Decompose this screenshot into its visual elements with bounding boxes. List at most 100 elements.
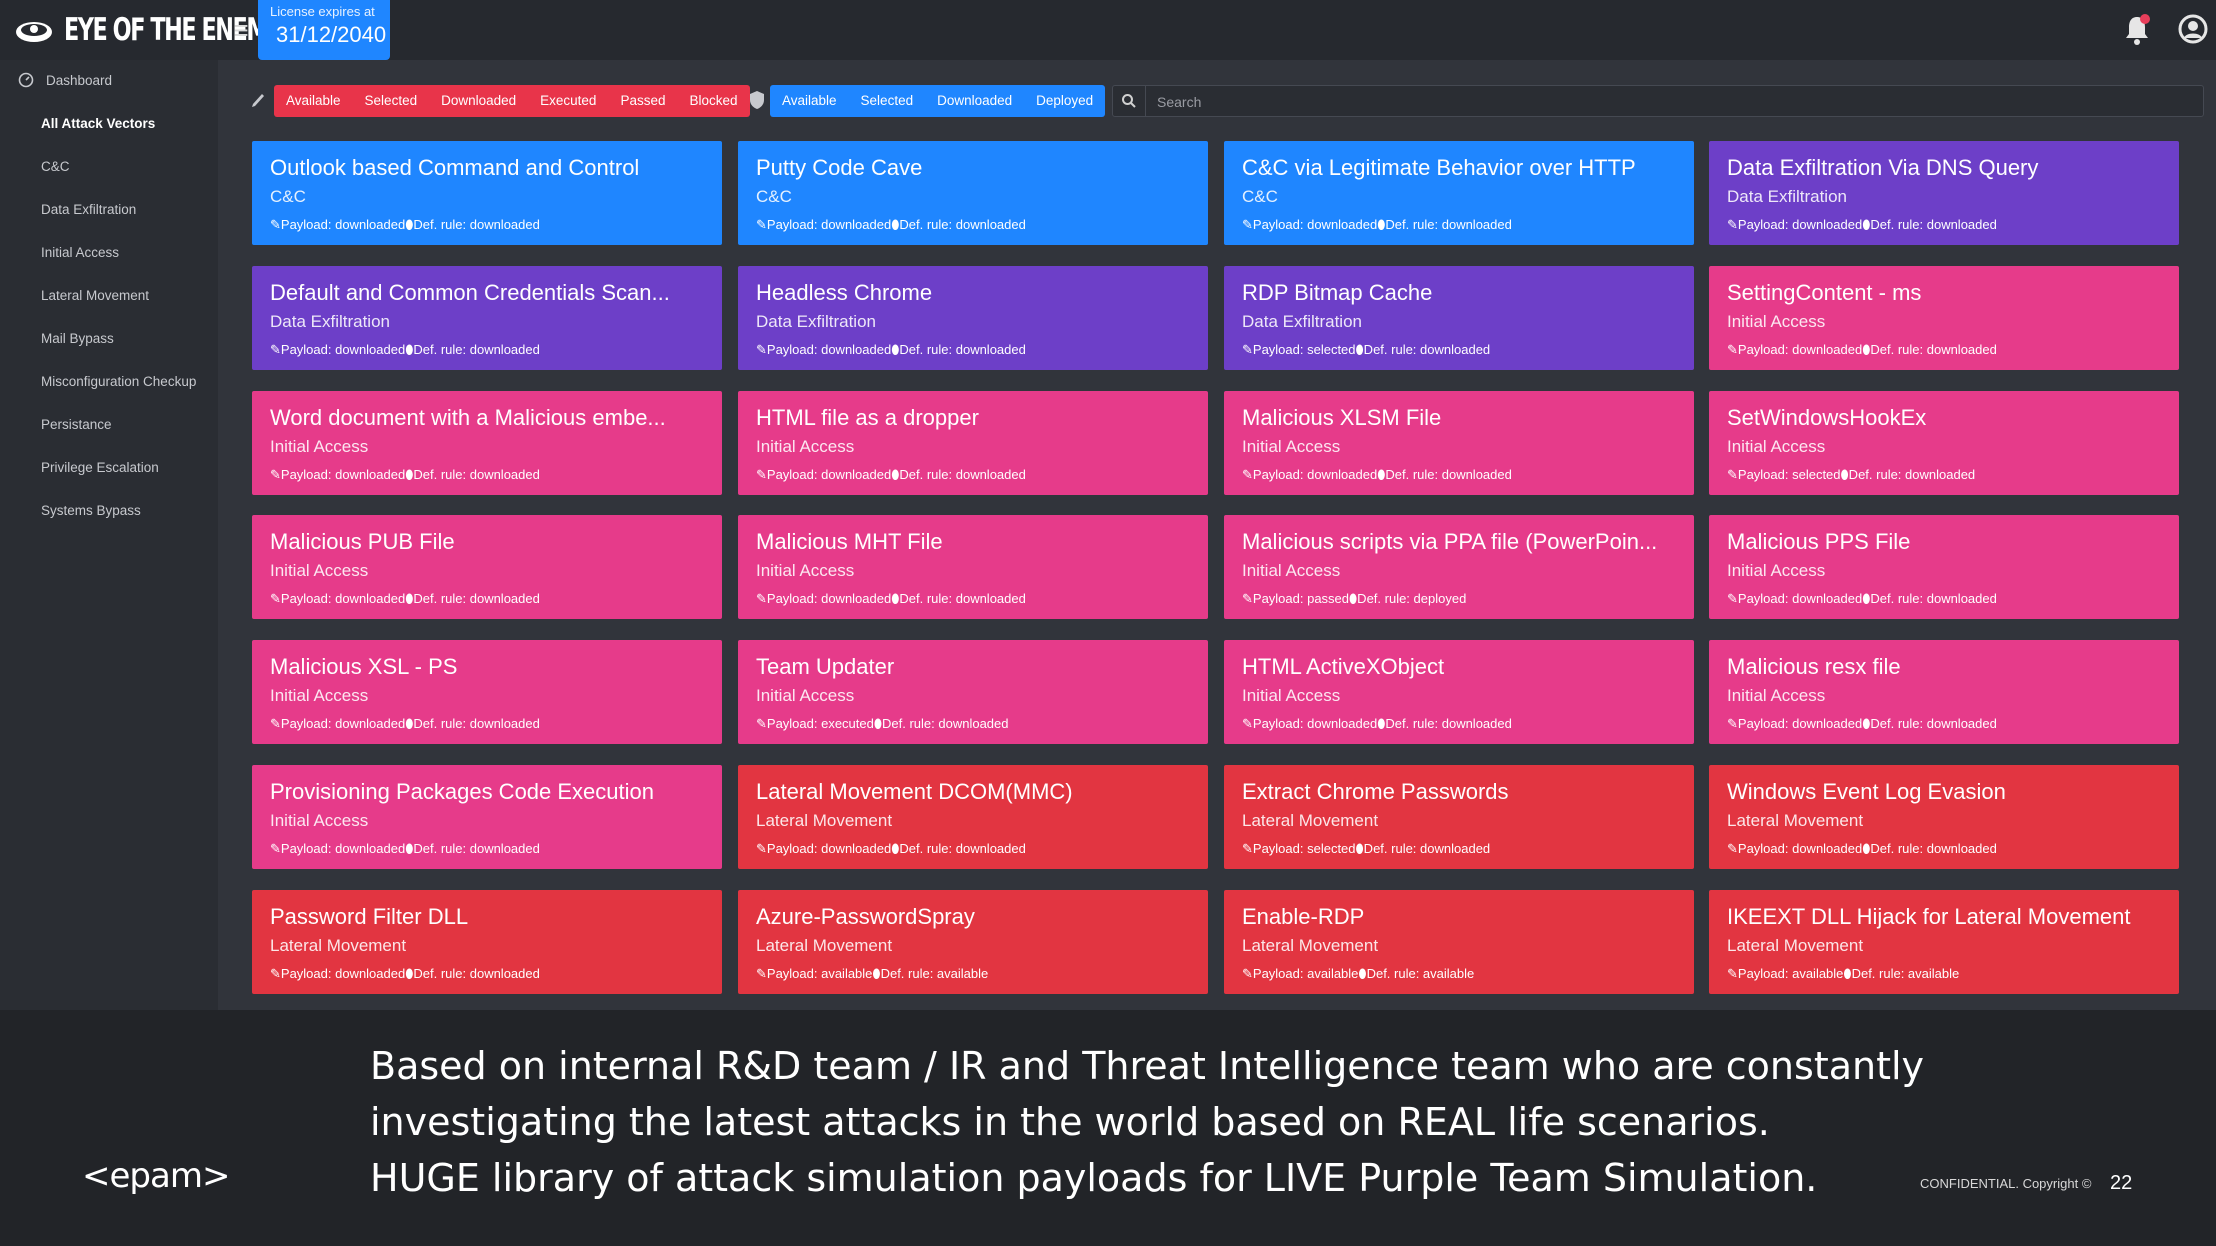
attack-card[interactable]: Outlook based Command and Control C&C ✎Pay… (252, 141, 722, 245)
attack-card-category: Initial Access (270, 811, 369, 830)
attack-card-category: C&C (1242, 187, 1278, 206)
payload-filter-available[interactable]: Available (274, 85, 353, 117)
attack-card-status: ✎Payload: downloaded⬮Def. rule: download… (270, 342, 540, 357)
sidebar-item-misconfiguration-checkup[interactable]: Misconfiguration Checkup (41, 374, 196, 389)
license-badge: License expires at 31/12/2040 (258, 0, 390, 60)
attack-card[interactable]: Malicious MHT File Initial Access ✎Payload… (738, 515, 1208, 619)
sidebar-item-persistance[interactable]: Persistance (41, 417, 112, 432)
caption-line-3: HUGE library of attack simulation payloa… (370, 1156, 1818, 1200)
attack-card-title: Malicious XSL - PS (270, 654, 458, 679)
attack-card[interactable]: Malicious PPS File Initial Access ✎Payload… (1709, 515, 2179, 619)
attack-card-title: Outlook based Command and Control (270, 155, 640, 180)
attack-card-title: Putty Code Cave (756, 155, 923, 180)
attack-card-title: Provisioning Packages Code Execution (270, 779, 655, 804)
search-input[interactable] (1155, 86, 2189, 118)
attack-card-status: ✎Payload: downloaded⬮Def. rule: download… (1727, 342, 1997, 357)
attack-card-title: C&C via Legitimate Behavior over HTTP (1242, 155, 1636, 180)
attack-card[interactable]: Azure-PasswordSpray Lateral Movement ✎Payl… (738, 890, 1208, 994)
attack-card[interactable]: Password Filter DLL Lateral Movement ✎Payl… (252, 890, 722, 994)
payload-filter-downloaded[interactable]: Downloaded (429, 85, 528, 117)
sidebar-item-privilege-escalation[interactable]: Privilege Escalation (41, 460, 159, 475)
attack-card[interactable]: Extract Chrome Passwords Lateral Movement… (1224, 765, 1694, 869)
attack-card-category: Initial Access (270, 437, 369, 456)
attack-card-category: Lateral Movement (1242, 811, 1379, 830)
attack-card-status: ✎Payload: available⬮Def. rule: available (1242, 966, 1475, 981)
attack-card[interactable]: Provisioning Packages Code Execution Init… (252, 765, 722, 869)
attack-card-status: ✎Payload: downloaded⬮Def. rule: download… (270, 591, 540, 606)
attack-card[interactable]: Headless Chrome Data Exfiltration ✎Payload… (738, 266, 1208, 370)
attack-card[interactable]: Malicious XLSM File Initial Access ✎Payloa… (1224, 391, 1694, 495)
attack-card-status: ✎Payload: downloaded⬮Def. rule: download… (1727, 841, 1997, 856)
attack-card-title: HTML ActiveXObject (1242, 654, 1445, 679)
attack-card[interactable]: Malicious XSL - PS Initial Access ✎Payload… (252, 640, 722, 744)
attack-card[interactable]: Putty Code Cave C&C ✎Payload: downloaded⬮D… (738, 141, 1208, 245)
attack-card-title: Extract Chrome Passwords (1242, 779, 1509, 804)
sidebar-item-cnc[interactable]: C&C (41, 159, 70, 174)
attack-card-status: ✎Payload: downloaded⬮Def. rule: download… (756, 342, 1026, 357)
attack-card-title: IKEEXT DLL Hijack for Lateral Movement (1727, 904, 2131, 929)
attack-card-title: Malicious PPS File (1727, 529, 1911, 554)
attack-card-category: Initial Access (1727, 437, 1826, 456)
attack-card[interactable]: Default and Common Credentials Scan... Da… (252, 266, 722, 370)
attack-card[interactable]: Lateral Movement DCOM(MMC) Lateral Moveme… (738, 765, 1208, 869)
attack-card-title: Team Updater (756, 654, 895, 679)
sidebar-item-dashboard[interactable]: Dashboard (46, 73, 112, 88)
attack-card[interactable]: Data Exfiltration Via DNS Query Data Exfi… (1709, 141, 2179, 245)
attack-card-status: ✎Payload: downloaded⬮Def. rule: download… (270, 217, 540, 232)
payload-filter-executed[interactable]: Executed (528, 85, 608, 117)
attack-card-status: ✎Payload: downloaded⬮Def. rule: download… (1727, 217, 1997, 232)
payload-filter-passed[interactable]: Passed (608, 85, 677, 117)
attack-card[interactable]: RDP Bitmap Cache Data Exfiltration ✎Payloa… (1224, 266, 1694, 370)
app-window: EYE OF THE ENEMY ≡ License expires at 31… (0, 0, 2216, 1010)
defense-filter-selected[interactable]: Selected (849, 85, 926, 117)
sidebar-item-mail-bypass[interactable]: Mail Bypass (41, 331, 114, 346)
attack-card-category: Lateral Movement (1727, 936, 1864, 955)
attack-card-status: ✎Payload: downloaded⬮Def. rule: download… (1727, 591, 1997, 606)
attack-card-title: Password Filter DLL (270, 904, 469, 929)
attack-card[interactable]: SetWindowsHookEx Initial Access ✎Payload: … (1709, 391, 2179, 495)
attack-card-status: ✎Payload: downloaded⬮Def. rule: download… (270, 841, 540, 856)
confidential-notice: CONFIDENTIAL. Copyright © (1920, 1176, 2092, 1191)
defense-filter-downloaded[interactable]: Downloaded (925, 85, 1024, 117)
attack-card[interactable]: IKEEXT DLL Hijack for Lateral Movement La… (1709, 890, 2179, 994)
sidebar-item-data-exfiltration[interactable]: Data Exfiltration (41, 202, 136, 217)
attack-card-category: Initial Access (756, 561, 855, 580)
defense-filter-deployed[interactable]: Deployed (1024, 85, 1105, 117)
attack-card-title: Malicious resx file (1727, 654, 1901, 679)
payload-filter-blocked[interactable]: Blocked (677, 85, 749, 117)
attack-card-category: Lateral Movement (1242, 936, 1379, 955)
attack-card-category: Data Exfiltration (270, 312, 390, 331)
attack-card[interactable]: Word document with a Malicious embe... In… (252, 391, 722, 495)
license-date: 31/12/2040 (276, 22, 387, 47)
notification-dot (2140, 14, 2150, 24)
sidebar-item-lateral-movement[interactable]: Lateral Movement (41, 288, 149, 303)
attack-card-category: Initial Access (1727, 686, 1826, 705)
attack-card-status: ✎Payload: passed⬮Def. rule: deployed (1242, 591, 1467, 606)
attack-card-title: Malicious XLSM File (1242, 405, 1442, 430)
attack-card[interactable]: Enable-RDP Lateral Movement ✎Payload: avai… (1224, 890, 1694, 994)
attack-card-status: ✎Payload: selected⬮Def. rule: downloaded (1242, 342, 1491, 357)
defense-filter-available[interactable]: Available (770, 85, 849, 117)
attack-card[interactable]: C&C via Legitimate Behavior over HTTP C&C… (1224, 141, 1694, 245)
attack-card-status: ✎Payload: selected⬮Def. rule: downloaded (1727, 467, 1976, 482)
search-button[interactable] (1113, 86, 1146, 116)
sidebar-item-systems-bypass[interactable]: Systems Bypass (41, 503, 141, 518)
user-avatar-icon[interactable] (2178, 14, 2208, 44)
sidebar-item-initial-access[interactable]: Initial Access (41, 245, 119, 260)
menu-toggle-icon[interactable]: ≡ (228, 12, 254, 48)
attack-card-title: SetWindowsHookEx (1727, 405, 1927, 430)
attack-card[interactable]: SettingContent - ms Initial Access ✎Payloa… (1709, 266, 2179, 370)
attack-card[interactable]: Team Updater Initial Access ✎Payload: exec… (738, 640, 1208, 744)
attack-card-title: Malicious scripts via PPA file (PowerPoi… (1242, 529, 1658, 554)
attack-card[interactable]: Malicious PUB File Initial Access ✎Payload… (252, 515, 722, 619)
payload-filter-selected[interactable]: Selected (353, 85, 430, 117)
attack-card-status: ✎Payload: downloaded⬮Def. rule: download… (756, 591, 1026, 606)
attack-card[interactable]: HTML ActiveXObject Initial Access ✎Payload… (1224, 640, 1694, 744)
attack-card-category: Initial Access (270, 561, 369, 580)
attack-card[interactable]: Malicious scripts via PPA file (PowerPoi… (1224, 515, 1694, 619)
sidebar-item-all-attack-vectors[interactable]: All Attack Vectors (41, 116, 155, 131)
attack-card[interactable]: HTML file as a dropper Initial Access ✎Pay… (738, 391, 1208, 495)
attack-card[interactable]: Windows Event Log Evasion Lateral Movemen… (1709, 765, 2179, 869)
attack-card-title: SettingContent - ms (1727, 280, 1922, 305)
attack-card[interactable]: Malicious resx file Initial Access ✎Payloa… (1709, 640, 2179, 744)
